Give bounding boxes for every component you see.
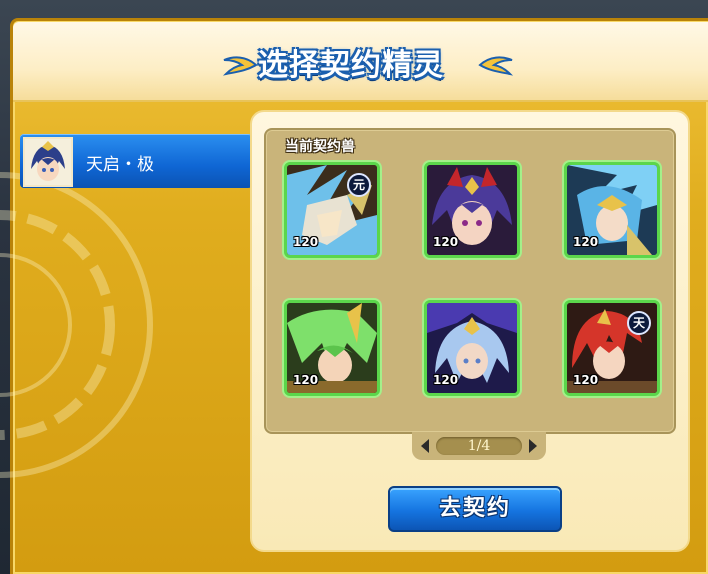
level-label: 120	[433, 373, 459, 387]
go-contract-button[interactable]: 去契约	[388, 486, 562, 532]
contract-beast-card[interactable]: 120	[424, 162, 520, 258]
dialog-title: 选择契约精灵	[258, 48, 444, 83]
level-label: 120	[293, 235, 319, 249]
contract-beast-card[interactable]: 120	[284, 300, 380, 396]
contract-beast-card[interactable]: 120	[424, 300, 520, 396]
level-label: 120	[433, 235, 459, 249]
prev-page-icon[interactable]	[420, 438, 430, 454]
contract-beast-card[interactable]: 元 120	[284, 162, 380, 258]
go-contract-label: 去契约	[438, 496, 511, 521]
page-indicator: 1/4	[467, 438, 491, 454]
title-wing-left-icon	[222, 56, 258, 76]
title-wing-right-icon	[478, 56, 514, 76]
decorative-ring-icon	[0, 172, 153, 478]
spirit-portrait-icon	[23, 137, 73, 187]
pager: 1/4	[412, 432, 546, 460]
element-badge: 元	[347, 173, 371, 197]
element-badge: 天	[627, 311, 651, 335]
level-label: 120	[573, 235, 599, 249]
contract-beast-card[interactable]: 天 120	[564, 300, 660, 396]
current-contract-label: 当前契约兽	[285, 139, 355, 155]
level-label: 120	[293, 373, 319, 387]
contract-beast-card[interactable]: 120	[564, 162, 660, 258]
spirit-name-label: 天启・极	[86, 155, 154, 175]
level-label: 120	[573, 373, 599, 387]
next-page-icon[interactable]	[528, 438, 538, 454]
